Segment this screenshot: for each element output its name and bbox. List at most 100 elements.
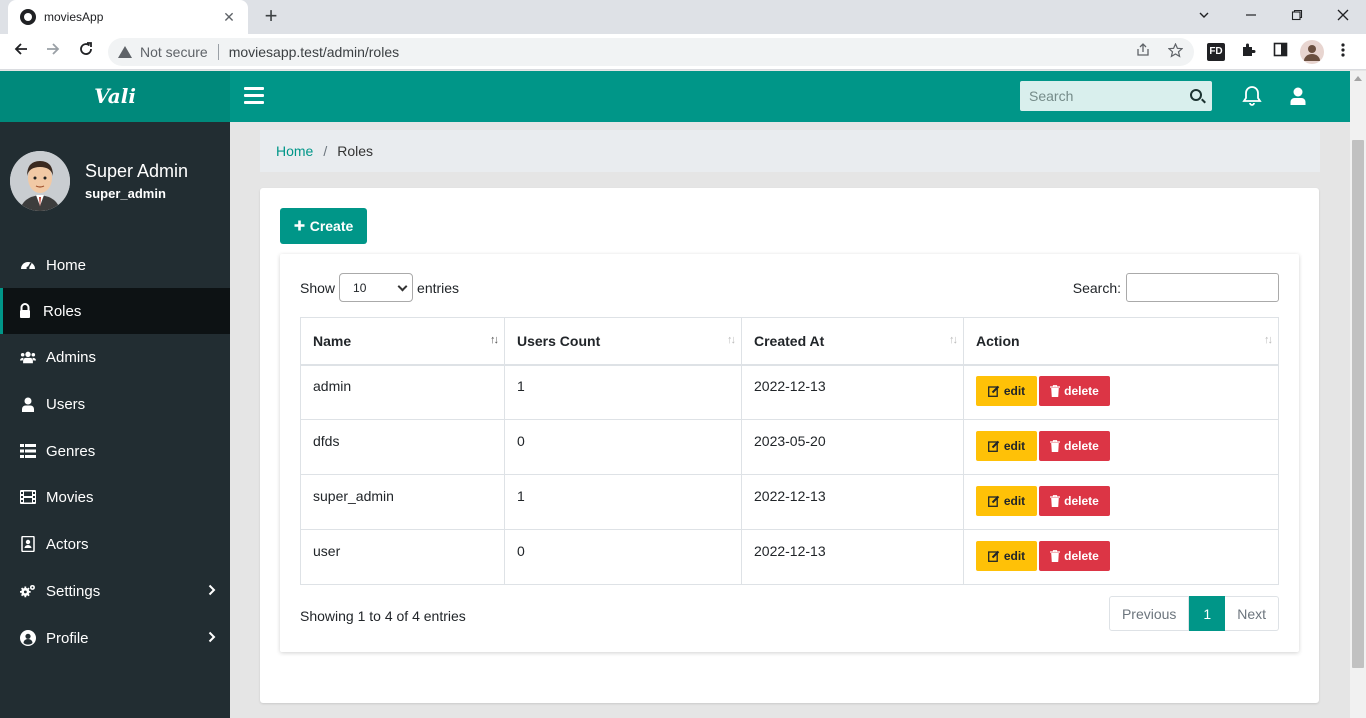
app-logo[interactable]: Vali (0, 71, 230, 122)
side-panel-icon[interactable] (1271, 42, 1289, 62)
sidebar-item-users[interactable]: Users (0, 381, 230, 427)
edit-label: edit (1003, 439, 1026, 453)
delete-button[interactable]: delete (1039, 486, 1110, 516)
edit-icon (987, 495, 1000, 507)
profile-avatar-icon[interactable] (1300, 40, 1324, 64)
roles-tile: Create Show 10 entries Search: Name ↑↓ U… (260, 188, 1319, 703)
sidebar-item-movies[interactable]: Movies (0, 474, 230, 520)
new-tab-button[interactable]: + (258, 4, 284, 30)
sidebar-item-label: Users (46, 395, 86, 413)
film-icon (20, 489, 36, 505)
delete-label: delete (1064, 384, 1099, 399)
previous-page-button[interactable]: Previous (1108, 596, 1190, 631)
edit-button[interactable]: edit (976, 486, 1037, 516)
column-header-users-count[interactable]: Users Count ↑↓ (504, 317, 742, 366)
user-name: Super Admin (85, 161, 189, 181)
chevron-right-icon (208, 630, 216, 646)
table-search-input[interactable] (1126, 273, 1279, 302)
sidebar-item-profile[interactable]: Profile (0, 615, 230, 661)
sidebar-item-admins[interactable]: Admins (0, 334, 230, 380)
chevron-right-icon (208, 583, 216, 599)
edit-icon (987, 550, 1000, 562)
menu-icon[interactable] (244, 87, 264, 105)
address-bar[interactable]: Not secure moviesapp.test/admin/roles (108, 38, 1194, 66)
datatable-card: Show 10 entries Search: Name ↑↓ Users Co… (280, 254, 1299, 652)
forward-icon[interactable] (40, 39, 66, 65)
edit-label: edit (1003, 549, 1026, 563)
sidebar-item-roles[interactable]: Roles (0, 288, 230, 334)
page-1-button[interactable]: 1 (1189, 596, 1226, 631)
roles-table: Name ↑↓ Users Count ↑↓ Created At ↑↓ Act… (300, 317, 1279, 585)
sidebar-item-label: Roles (43, 302, 82, 320)
search-icon[interactable] (1190, 89, 1202, 101)
column-header-created-at[interactable]: Created At ↑↓ (741, 317, 964, 366)
delete-label: delete (1064, 494, 1099, 508)
breadcrumb-home-link[interactable]: Home (276, 143, 313, 159)
trash-icon (1050, 440, 1061, 452)
sort-icon: ↑↓ (949, 334, 958, 346)
trash-icon (1050, 385, 1061, 398)
bookmark-star-icon[interactable] (1166, 42, 1184, 61)
column-header-label: Created At (754, 332, 825, 349)
table-search-label: Search: (1072, 279, 1121, 296)
edit-button[interactable]: edit (976, 541, 1037, 571)
user-icon[interactable] (1286, 84, 1310, 108)
sidebar-item-genres[interactable]: Genres (0, 428, 230, 474)
sidebar-item-actors[interactable]: Actors (0, 521, 230, 567)
delete-button[interactable]: delete (1039, 431, 1110, 461)
row-actions: edit delete (976, 376, 1266, 407)
url-text[interactable]: moviesapp.test/admin/roles (229, 44, 399, 60)
role-name: super_admin (313, 488, 394, 504)
edit-button[interactable]: edit (976, 431, 1037, 461)
bell-icon[interactable] (1240, 84, 1264, 108)
users-icon (20, 349, 36, 365)
tab-close-icon[interactable]: ✕ (220, 9, 238, 26)
entries-label: entries (417, 279, 460, 296)
reload-icon[interactable] (73, 39, 99, 65)
role-name: user (313, 543, 341, 559)
column-header-action[interactable]: Action ↑↓ (963, 317, 1279, 366)
create-button[interactable]: Create (280, 208, 367, 244)
edit-icon (987, 385, 1000, 398)
page-length-select[interactable]: 10 (339, 273, 414, 302)
browser-menu-icon[interactable] (1336, 42, 1350, 62)
column-header-name[interactable]: Name ↑↓ (300, 317, 505, 366)
share-icon[interactable] (1134, 43, 1152, 61)
next-page-button[interactable]: Next (1225, 596, 1279, 631)
table-row: dfds 0 2023-05-20 edit delete (300, 419, 1279, 475)
header-search (1020, 81, 1212, 111)
tab-search-icon[interactable] (1181, 0, 1227, 34)
users-count: 1 (517, 488, 525, 504)
divider (217, 44, 219, 60)
users-count: 0 (517, 543, 525, 559)
table-row: user 0 2022-12-13 edit delete (300, 529, 1279, 585)
delete-button[interactable]: delete (1039, 376, 1110, 407)
users-count: 1 (517, 378, 525, 395)
sidebar-item-settings[interactable]: Settings (0, 568, 230, 614)
security-label[interactable]: Not secure (140, 44, 208, 60)
minimize-icon[interactable] (1228, 0, 1274, 34)
browser-tab[interactable]: moviesApp ✕ (8, 0, 248, 34)
extension-fd-icon[interactable]: FD (1207, 43, 1225, 61)
table-row: super_admin 1 2022-12-13 edit delete (300, 474, 1279, 530)
user-icon (20, 396, 36, 412)
scrollbar-thumb[interactable] (1352, 140, 1364, 668)
breadcrumb: Home / Roles (260, 130, 1320, 172)
sidebar-item-home[interactable]: Home (0, 242, 230, 288)
table-search: Search: (1073, 273, 1279, 302)
row-actions: edit delete (976, 541, 1266, 571)
sidebar-item-label: Profile (46, 629, 89, 647)
close-window-icon[interactable] (1320, 0, 1366, 34)
delete-button[interactable]: delete (1039, 541, 1110, 571)
extensions-puzzle-icon[interactable] (1239, 42, 1257, 62)
show-label: Show (300, 279, 336, 296)
breadcrumb-separator: / (323, 143, 328, 159)
scroll-up-arrow-icon[interactable] (1354, 76, 1362, 81)
main-content: Home / Roles Create Show 10 entries Sear… (230, 122, 1350, 718)
edit-button[interactable]: edit (976, 376, 1037, 407)
edit-label: edit (1003, 494, 1026, 508)
back-icon[interactable] (8, 39, 34, 65)
sort-icon: ↑↓ (1264, 334, 1273, 346)
search-input[interactable] (1020, 88, 1180, 104)
restore-icon[interactable] (1274, 0, 1320, 34)
